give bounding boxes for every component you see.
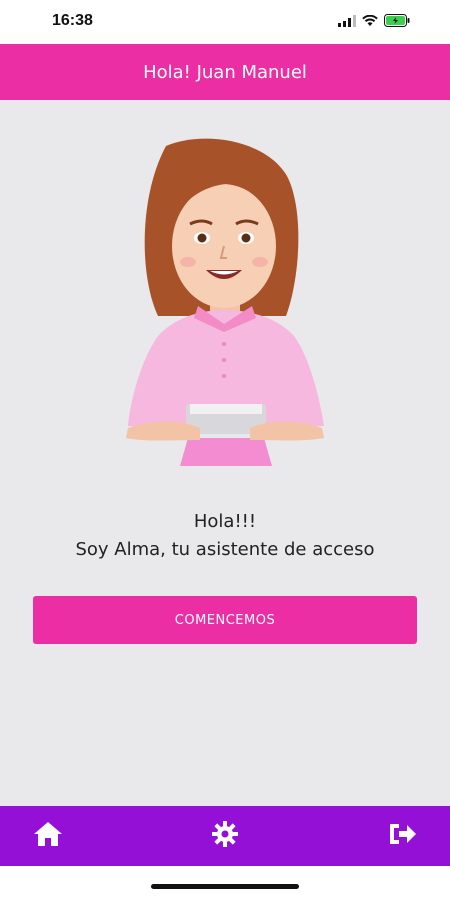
logout-icon <box>387 821 417 851</box>
home-indicator[interactable] <box>151 884 299 889</box>
status-bar: 16:38 <box>0 0 450 44</box>
home-indicator-area <box>0 866 450 900</box>
gear-icon <box>210 819 240 853</box>
app-header: Hola! Juan Manuel <box>0 44 450 100</box>
header-title: Hola! Juan Manuel <box>143 61 307 83</box>
greeting-text: Hola!!! Soy Alma, tu asistente de acceso <box>0 508 450 564</box>
assistant-avatar <box>118 138 332 470</box>
nav-home-button[interactable] <box>30 818 66 854</box>
nav-settings-button[interactable] <box>207 818 243 854</box>
wifi-icon <box>362 12 378 31</box>
status-time: 16:38 <box>52 12 93 29</box>
nav-logout-button[interactable] <box>384 818 420 854</box>
greeting-line-2: Soy Alma, tu asistente de acceso <box>75 539 375 560</box>
comencemos-button[interactable]: COMENCEMOS <box>33 596 417 644</box>
status-icons <box>338 12 410 31</box>
home-icon <box>32 820 64 852</box>
battery-icon <box>384 12 410 31</box>
greeting-line-1: Hola!!! <box>193 511 257 532</box>
bottom-nav <box>0 806 450 866</box>
signal-icon <box>338 12 356 31</box>
